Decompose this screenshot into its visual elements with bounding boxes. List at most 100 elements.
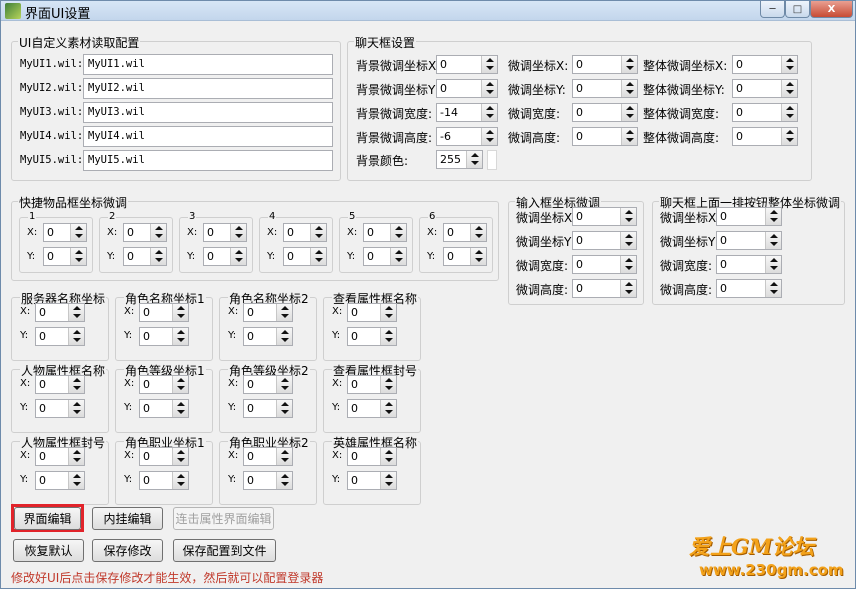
- quick-slot-y-spinner[interactable]: 0: [203, 247, 247, 266]
- spinner-arrows-icon[interactable]: [150, 248, 166, 265]
- spinner-arrows-icon[interactable]: [310, 248, 326, 265]
- quick-slot-x-spinner[interactable]: 0: [443, 223, 487, 242]
- coord-x-spinner[interactable]: 0: [243, 303, 293, 322]
- coord-y-spinner[interactable]: 0: [139, 399, 189, 418]
- spinner-arrows-icon[interactable]: [70, 248, 86, 265]
- spinner-arrows-icon[interactable]: [765, 256, 781, 273]
- spinner-arrows-icon[interactable]: [470, 224, 486, 241]
- quick-slot-x-spinner[interactable]: 0: [363, 223, 407, 242]
- spinner-arrows-icon[interactable]: [276, 376, 292, 393]
- bg-color-spinner[interactable]: 255: [436, 150, 483, 169]
- chat-field-spinner[interactable]: 0: [572, 55, 638, 74]
- spinner-arrows-icon[interactable]: [68, 448, 84, 465]
- chat-field-spinner[interactable]: 0: [572, 79, 638, 98]
- spinner-arrows-icon[interactable]: [68, 472, 84, 489]
- coord-x-spinner[interactable]: 0: [347, 375, 397, 394]
- coord-x-spinner[interactable]: 0: [139, 303, 189, 322]
- chat-button-field-spinner[interactable]: 0: [716, 279, 782, 298]
- spinner-arrows-icon[interactable]: [380, 328, 396, 345]
- coord-x-spinner[interactable]: 0: [35, 303, 85, 322]
- spinner-arrows-icon[interactable]: [68, 400, 84, 417]
- wil-path-input[interactable]: MyUI1.wil: [83, 54, 333, 75]
- chat-field-spinner[interactable]: -6: [436, 127, 498, 146]
- input-field-spinner[interactable]: 0: [572, 279, 637, 298]
- coord-x-spinner[interactable]: 0: [139, 447, 189, 466]
- spinner-arrows-icon[interactable]: [172, 304, 188, 321]
- spinner-arrows-icon[interactable]: [390, 248, 406, 265]
- coord-x-spinner[interactable]: 0: [243, 375, 293, 394]
- coord-y-spinner[interactable]: 0: [35, 327, 85, 346]
- spinner-arrows-icon[interactable]: [380, 472, 396, 489]
- coord-y-spinner[interactable]: 0: [139, 327, 189, 346]
- spinner-arrows-icon[interactable]: [620, 232, 636, 249]
- coord-y-spinner[interactable]: 0: [243, 399, 293, 418]
- quick-slot-y-spinner[interactable]: 0: [283, 247, 327, 266]
- spinner-arrows-icon[interactable]: [230, 248, 246, 265]
- spinner-arrows-icon[interactable]: [765, 232, 781, 249]
- quick-slot-y-spinner[interactable]: 0: [43, 247, 87, 266]
- coord-x-spinner[interactable]: 0: [35, 375, 85, 394]
- color-swatch[interactable]: [487, 150, 497, 170]
- spinner-arrows-icon[interactable]: [380, 304, 396, 321]
- spinner-arrows-icon[interactable]: [481, 104, 497, 121]
- spinner-arrows-icon[interactable]: [68, 304, 84, 321]
- spinner-arrows-icon[interactable]: [70, 224, 86, 241]
- coord-y-spinner[interactable]: 0: [139, 471, 189, 490]
- spinner-arrows-icon[interactable]: [68, 328, 84, 345]
- spinner-arrows-icon[interactable]: [172, 472, 188, 489]
- coord-y-spinner[interactable]: 0: [347, 327, 397, 346]
- input-field-spinner[interactable]: 0: [572, 231, 637, 250]
- input-field-spinner[interactable]: 0: [572, 207, 637, 226]
- spinner-arrows-icon[interactable]: [765, 208, 781, 225]
- chat-field-spinner[interactable]: 0: [572, 127, 638, 146]
- save-to-file-button[interactable]: 保存配置到文件: [173, 539, 276, 562]
- ui-edit-button[interactable]: 界面编辑: [14, 507, 81, 530]
- quick-slot-y-spinner[interactable]: 0: [363, 247, 407, 266]
- chat-field-spinner[interactable]: 0: [436, 79, 498, 98]
- spinner-arrows-icon[interactable]: [276, 328, 292, 345]
- spinner-arrows-icon[interactable]: [481, 56, 497, 73]
- coord-y-spinner[interactable]: 0: [35, 471, 85, 490]
- spinner-arrows-icon[interactable]: [620, 280, 636, 297]
- wil-path-input[interactable]: MyUI2.wil: [83, 78, 333, 99]
- minimize-button[interactable]: ─: [760, 1, 785, 18]
- chat-field-spinner[interactable]: 0: [732, 79, 798, 98]
- coord-y-spinner[interactable]: 0: [347, 471, 397, 490]
- plugin-edit-button[interactable]: 内挂编辑: [92, 507, 163, 530]
- spinner-arrows-icon[interactable]: [621, 128, 637, 145]
- chat-field-spinner[interactable]: -14: [436, 103, 498, 122]
- coord-x-spinner[interactable]: 0: [243, 447, 293, 466]
- chat-field-spinner[interactable]: 0: [436, 55, 498, 74]
- spinner-arrows-icon[interactable]: [380, 376, 396, 393]
- spinner-arrows-icon[interactable]: [781, 104, 797, 121]
- spinner-arrows-icon[interactable]: [276, 304, 292, 321]
- spinner-arrows-icon[interactable]: [276, 448, 292, 465]
- spinner-arrows-icon[interactable]: [380, 400, 396, 417]
- quick-slot-x-spinner[interactable]: 0: [123, 223, 167, 242]
- spinner-arrows-icon[interactable]: [765, 280, 781, 297]
- coord-y-spinner[interactable]: 0: [347, 399, 397, 418]
- chat-button-field-spinner[interactable]: 0: [716, 255, 782, 274]
- spinner-arrows-icon[interactable]: [621, 80, 637, 97]
- spinner-arrows-icon[interactable]: [620, 208, 636, 225]
- spinner-arrows-icon[interactable]: [310, 224, 326, 241]
- quick-slot-x-spinner[interactable]: 0: [203, 223, 247, 242]
- spinner-arrows-icon[interactable]: [172, 376, 188, 393]
- chat-button-field-spinner[interactable]: 0: [716, 231, 782, 250]
- spinner-arrows-icon[interactable]: [481, 128, 497, 145]
- spinner-arrows-icon[interactable]: [172, 328, 188, 345]
- spinner-arrows-icon[interactable]: [621, 104, 637, 121]
- coord-y-spinner[interactable]: 0: [243, 327, 293, 346]
- quick-slot-y-spinner[interactable]: 0: [123, 247, 167, 266]
- coord-x-spinner[interactable]: 0: [139, 375, 189, 394]
- quick-slot-x-spinner[interactable]: 0: [43, 223, 87, 242]
- spinner-arrows-icon[interactable]: [172, 400, 188, 417]
- wil-path-input[interactable]: MyUI3.wil: [83, 102, 333, 123]
- coord-y-spinner[interactable]: 0: [35, 399, 85, 418]
- spinner-arrows-icon[interactable]: [781, 128, 797, 145]
- wil-path-input[interactable]: MyUI4.wil: [83, 126, 333, 147]
- coord-x-spinner[interactable]: 0: [35, 447, 85, 466]
- chat-field-spinner[interactable]: 0: [732, 103, 798, 122]
- spinner-arrows-icon[interactable]: [150, 224, 166, 241]
- spinner-arrows-icon[interactable]: [390, 224, 406, 241]
